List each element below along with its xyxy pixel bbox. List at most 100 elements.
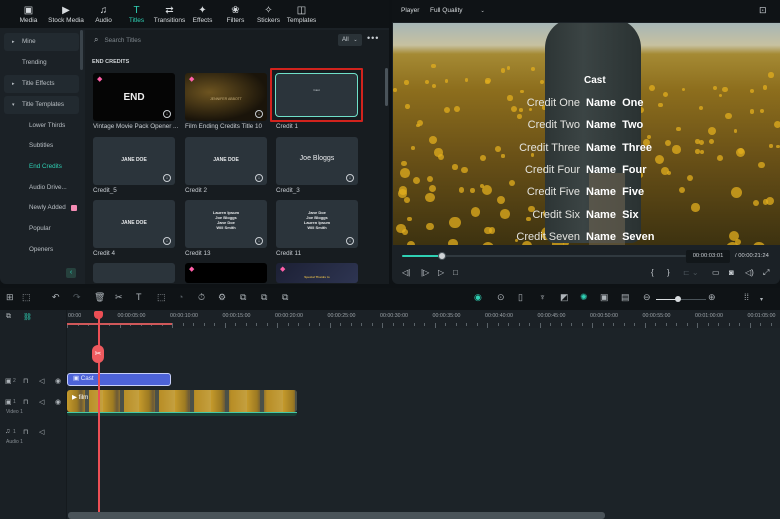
crop-icon[interactable]: ⬚ bbox=[157, 292, 166, 303]
card-thumbnail[interactable]: JANE DOE ↓ bbox=[93, 200, 175, 248]
card-thumbnail[interactable]: END ◆ ↓ bbox=[93, 73, 175, 121]
card-thumbnail[interactable]: Jane Doe Joe Bloggs Lauren Ipsum Will Sm… bbox=[276, 200, 358, 248]
split-icon[interactable]: ✂ bbox=[115, 292, 123, 303]
volume-icon[interactable]: ◁) bbox=[745, 268, 754, 277]
collapse-sidebar-button[interactable]: ‹ bbox=[66, 268, 76, 278]
sidebar-subitem-openers[interactable]: Openers bbox=[4, 241, 79, 259]
dropdown-icon[interactable]: ▾ bbox=[760, 296, 763, 303]
sidebar-item-trending[interactable]: Trending bbox=[4, 54, 79, 72]
visibility-eye-icon[interactable]: ◉ bbox=[55, 377, 61, 385]
visibility-eye-icon[interactable]: ◉ bbox=[55, 398, 61, 406]
tab-transitions[interactable]: ⇄ Transitions bbox=[153, 0, 186, 28]
card-thumbnail[interactable]: ◆ bbox=[185, 263, 267, 283]
mute-icon[interactable]: ◁ bbox=[39, 398, 44, 406]
mark-out-icon[interactable]: } bbox=[667, 268, 670, 277]
card-thumbnail[interactable]: ◆ Special Thanks to bbox=[276, 263, 358, 283]
next-frame-icon[interactable]: |▷ bbox=[421, 268, 429, 277]
sidebar-item-title-effects[interactable]: ▸ Title Effects bbox=[4, 75, 79, 93]
selected-card[interactable]: Cast bbox=[270, 68, 363, 122]
link-icon[interactable]: ⛓ bbox=[23, 313, 32, 321]
download-icon[interactable]: ↓ bbox=[163, 174, 171, 182]
filter-dropdown[interactable]: All ⌄ bbox=[338, 34, 362, 46]
pip-icon[interactable]: ▣ bbox=[600, 292, 609, 303]
sidebar-subitem-end-credits[interactable]: End Credits bbox=[4, 158, 79, 176]
scopes-icon[interactable]: ⊡ bbox=[759, 5, 767, 16]
render-icon[interactable]: ⊙ bbox=[497, 292, 505, 303]
zoom-out-icon[interactable]: ⊖ bbox=[643, 292, 651, 303]
detach-icon[interactable]: ⧉ bbox=[282, 292, 288, 303]
snapshot-icon[interactable]: ◙ bbox=[729, 268, 734, 277]
previous-frame-icon[interactable]: ◁| bbox=[402, 268, 410, 277]
undo-icon[interactable]: ↶ bbox=[52, 292, 60, 303]
marker-icon[interactable]: ▯ bbox=[518, 292, 523, 303]
sidebar-subitem-newly-added[interactable]: Newly Added bbox=[4, 199, 79, 217]
ai-copilot-icon[interactable]: ◉ bbox=[474, 292, 482, 303]
sidebar-subitem-audio-drive-[interactable]: Audio Drive... bbox=[4, 179, 79, 197]
mute-icon[interactable]: ◁ bbox=[39, 428, 44, 436]
text-icon[interactable]: T bbox=[136, 292, 142, 302]
split-scissor-icon[interactable]: ✂ bbox=[92, 345, 104, 363]
ai-tool-icon[interactable]: ◩ bbox=[560, 292, 569, 303]
video-clip[interactable] bbox=[67, 390, 297, 412]
tab-media[interactable]: ▣ Media bbox=[12, 0, 45, 28]
current-time[interactable]: 00:00:03:01 bbox=[686, 250, 730, 263]
card-thumbnail[interactable]: JANE DOE ↓ bbox=[93, 137, 175, 185]
fullscreen-icon[interactable]: ⤢ bbox=[763, 268, 769, 278]
clip-marker-icon[interactable]: ⊏ ⌄ bbox=[683, 268, 699, 277]
display-icon[interactable]: ▭ bbox=[712, 268, 720, 277]
sidebar-item-mine[interactable]: ▸ Mine bbox=[4, 33, 79, 51]
work-range[interactable] bbox=[67, 323, 172, 325]
speed-icon[interactable]: ⏱ bbox=[198, 292, 205, 303]
lock-icon[interactable]: ⊓ bbox=[23, 398, 28, 406]
lock-icon[interactable]: ⊓ bbox=[23, 428, 28, 436]
download-icon[interactable]: ↓ bbox=[163, 110, 171, 118]
card-thumbnail[interactable]: Joe Bloggs ↓ bbox=[276, 137, 358, 185]
layout-icon[interactable]: ⊞ bbox=[6, 292, 14, 303]
keyframe-icon[interactable]: ⚙ bbox=[218, 292, 226, 303]
sidebar-subitem-subtitles[interactable]: Subtitles bbox=[4, 137, 79, 155]
card-thumbnail[interactable]: Lauren Ipsum Joe Bloggs Jane Doe Will Sm… bbox=[185, 200, 267, 248]
card-thumbnail[interactable]: JANE DOE ↓ bbox=[185, 137, 267, 185]
sidebar-scrollbar[interactable] bbox=[80, 30, 83, 70]
download-icon[interactable]: ↓ bbox=[255, 174, 263, 182]
title-clip[interactable]: ▣ Cast bbox=[67, 373, 171, 386]
download-icon[interactable]: ↓ bbox=[346, 174, 354, 182]
tab-effects[interactable]: ✦ Effects bbox=[186, 0, 219, 28]
timeline-scrollbar[interactable] bbox=[68, 512, 605, 519]
mark-in-icon[interactable]: { bbox=[651, 268, 654, 277]
search-input[interactable]: ⌕ Search Titles bbox=[88, 33, 346, 47]
card-thumbnail[interactable] bbox=[93, 263, 175, 283]
snap-icon[interactable]: ✺ bbox=[580, 292, 588, 303]
stop-icon[interactable]: □ bbox=[453, 268, 458, 277]
redo-icon[interactable]: ↷ bbox=[73, 292, 81, 303]
sidebar-subitem-lower-thirds[interactable]: Lower Thirds bbox=[4, 117, 79, 135]
sidebar-subitem-popular[interactable]: Popular bbox=[4, 220, 79, 238]
play-icon[interactable]: ▷ bbox=[438, 268, 444, 277]
tab-stock-media[interactable]: ▶ Stock Media bbox=[45, 0, 87, 28]
playhead[interactable] bbox=[98, 312, 100, 519]
select-tool-icon[interactable]: ⬚ bbox=[22, 292, 31, 303]
tab-stickers[interactable]: ✧ Stickers bbox=[252, 0, 285, 28]
download-icon[interactable]: ↓ bbox=[255, 237, 263, 245]
sidebar-item-title-templates[interactable]: ▾ Title Templates bbox=[4, 96, 79, 114]
delete-icon[interactable]: 🗑 bbox=[94, 292, 105, 303]
library-scrollbar[interactable] bbox=[385, 68, 388, 106]
progress-handle[interactable] bbox=[438, 252, 446, 260]
tab-audio[interactable]: ♫ Audio bbox=[87, 0, 120, 28]
quality-dropdown[interactable]: Full Quality ⌄ bbox=[430, 7, 485, 14]
grid-handle-icon[interactable]: ⁞⁞ bbox=[744, 292, 749, 302]
card-thumbnail[interactable]: JENNIFER ABBOTT ◆ ↓ bbox=[185, 73, 267, 121]
download-icon[interactable]: ↓ bbox=[255, 110, 263, 118]
group-icon[interactable]: ⧉ bbox=[261, 292, 267, 303]
download-icon[interactable]: ↓ bbox=[346, 237, 354, 245]
tab-templates[interactable]: ◫ Templates bbox=[285, 0, 318, 28]
mute-icon[interactable]: ◁ bbox=[39, 377, 44, 385]
playhead-handle[interactable] bbox=[94, 311, 103, 319]
zoom-in-icon[interactable]: ⊕ bbox=[708, 292, 716, 303]
add-track-icon[interactable]: ⧉ bbox=[6, 313, 11, 321]
lock-icon[interactable]: ⊓ bbox=[23, 377, 28, 385]
download-icon[interactable]: ↓ bbox=[163, 237, 171, 245]
color-icon[interactable]: ◔ bbox=[178, 292, 183, 302]
mask-icon[interactable]: ⧉ bbox=[240, 292, 246, 303]
more-options-button[interactable]: ••• bbox=[367, 33, 379, 43]
